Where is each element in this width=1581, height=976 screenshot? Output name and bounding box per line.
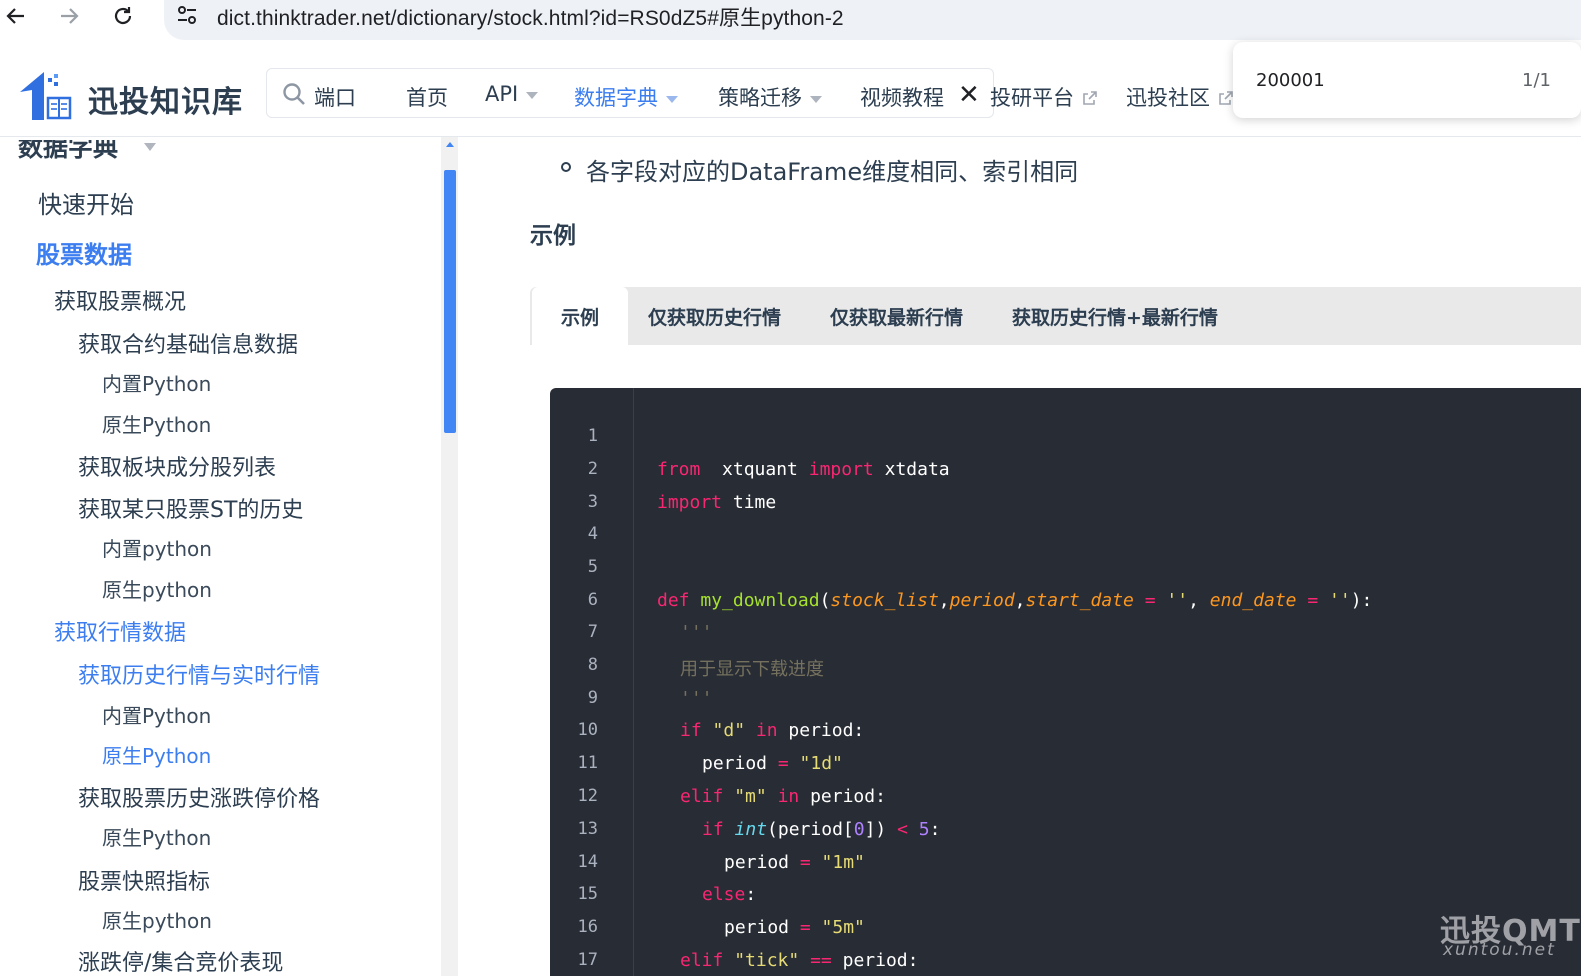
sidebar-item-stock-data[interactable]: 股票数据: [36, 235, 132, 270]
code-line: ''': [680, 688, 713, 709]
tab-history-only[interactable]: 仅获取历史行情: [648, 287, 781, 345]
sidebar-item-sector-list[interactable]: 获取板块成分股列表: [78, 450, 276, 482]
line-number: 13: [577, 819, 598, 839]
line-number: 11: [577, 753, 598, 773]
external-link-icon: [1082, 87, 1098, 111]
scroll-up-icon[interactable]: [446, 142, 454, 147]
sidebar-item-history-realtime[interactable]: 获取历史行情与实时行情: [78, 658, 320, 690]
line-number: 9: [587, 688, 598, 708]
nav-research-label: 投研平台: [990, 86, 1074, 110]
line-number: 5: [587, 557, 598, 577]
watermark-url: xuntou.net: [1443, 940, 1556, 960]
line-number: 4: [587, 524, 598, 544]
nav-api[interactable]: API: [485, 82, 539, 106]
nav-data-dictionary[interactable]: 数据字典: [574, 82, 678, 112]
line-number: 8: [587, 655, 598, 675]
nav-home[interactable]: 首页: [406, 82, 448, 112]
site-settings-icon[interactable]: [176, 3, 198, 29]
sidebar-item-native-python[interactable]: 原生python: [102, 905, 212, 934]
line-number: 3: [587, 492, 598, 512]
chevron-down-icon: [810, 95, 822, 103]
nav-video-label: 视频教程: [860, 86, 944, 110]
code-line: from xtquant import xtdata: [657, 459, 950, 480]
code-line: import time: [657, 492, 777, 513]
sidebar-item-snapshot[interactable]: 股票快照指标: [78, 864, 210, 896]
close-icon[interactable]: ✕: [958, 80, 980, 110]
line-number: 1: [587, 426, 598, 446]
code-line: ''': [680, 622, 713, 643]
code-line: period = "1m": [724, 852, 865, 873]
nav-data-dictionary-label: 数据字典: [574, 86, 658, 110]
url-text[interactable]: dict.thinktrader.net/dictionary/stock.ht…: [217, 2, 844, 32]
site-brand[interactable]: 迅投知识库: [88, 77, 243, 121]
sidebar-item-builtin-python[interactable]: 内置python: [102, 533, 212, 562]
code-line: if int(period[0]) < 5:: [702, 819, 941, 840]
sidebar-item-stock-overview[interactable]: 获取股票概况: [54, 284, 186, 316]
line-number: 10: [577, 720, 598, 740]
reload-icon[interactable]: [109, 2, 137, 30]
external-link-icon: [1218, 87, 1234, 111]
code-line: elif "tick" == period:: [680, 950, 919, 971]
find-match-count: 1/1: [1522, 70, 1551, 91]
sidebar-item-market-data[interactable]: 获取行情数据: [54, 615, 186, 647]
nav-strategy-migration[interactable]: 策略迁移: [718, 82, 822, 112]
scrollbar-thumb[interactable]: [444, 170, 456, 433]
find-input[interactable]: 200001: [1256, 70, 1325, 91]
nav-research-platform[interactable]: 投研平台: [990, 82, 1098, 112]
sidebar-item-native-python-active[interactable]: 原生Python: [102, 740, 211, 769]
line-number: 15: [577, 884, 598, 904]
search-query[interactable]: 端口: [314, 82, 356, 112]
line-number: 2: [587, 459, 598, 479]
section-heading: 示例: [530, 223, 576, 249]
nav-home-label: 首页: [406, 86, 448, 110]
nav-community[interactable]: 迅投社区: [1126, 82, 1234, 112]
sidebar-item-builtin-python[interactable]: 内置Python: [102, 368, 211, 397]
code-line: def my_download(stock_list,period,start_…: [657, 590, 1373, 611]
code-line: else:: [702, 884, 757, 905]
sidebar-item-builtin-python[interactable]: 内置Python: [102, 700, 211, 729]
nav-strategy-label: 策略迁移: [718, 86, 802, 110]
nav-video-tutorials[interactable]: 视频教程: [860, 82, 944, 112]
list-bullet: [561, 162, 571, 172]
line-number: 14: [577, 852, 598, 872]
line-number: 16: [577, 917, 598, 937]
code-line: elif "m" in period:: [680, 786, 886, 807]
browser-toolbar: dict.thinktrader.net/dictionary/stock.ht…: [0, 0, 1581, 48]
nav-api-label: API: [485, 82, 519, 106]
line-number: 17: [577, 950, 598, 970]
code-line: period = "5m": [724, 917, 865, 938]
sidebar-item-quickstart[interactable]: 快速开始: [38, 185, 134, 220]
tab-history-and-latest[interactable]: 获取历史行情+最新行情: [1012, 287, 1218, 345]
chevron-down-icon: [666, 95, 678, 103]
sidebar-item-native-python[interactable]: 原生python: [102, 574, 212, 603]
code-line: if "d" in period:: [680, 720, 865, 741]
logo-icon[interactable]: [18, 68, 74, 128]
search-icon: [282, 82, 306, 110]
code-line: period = "1d": [702, 753, 843, 774]
line-number: 12: [577, 786, 598, 806]
tab-latest-only[interactable]: 仅获取最新行情: [830, 287, 963, 345]
sidebar-item-native-python[interactable]: 原生Python: [102, 409, 211, 438]
line-number: 6: [587, 590, 598, 610]
sidebar-item-limit-price[interactable]: 获取股票历史涨跌停价格: [78, 781, 320, 813]
sidebar-item-limit-auction[interactable]: 涨跌停/集合竞价表现: [78, 945, 283, 976]
sidebar-item-contract-info[interactable]: 获取合约基础信息数据: [78, 327, 298, 359]
chevron-down-icon: [526, 91, 539, 99]
nav-community-label: 迅投社区: [1126, 86, 1210, 110]
back-icon[interactable]: [2, 2, 30, 30]
sidebar-item-native-python[interactable]: 原生Python: [102, 822, 211, 851]
list-item: 各字段对应的DataFrame维度相同、索引相同: [586, 158, 1079, 186]
code-line: 用于显示下载进度: [680, 659, 824, 680]
sidebar-item-st-history[interactable]: 获取某只股票ST的历史: [78, 492, 303, 524]
line-number: 7: [587, 622, 598, 642]
forward-icon[interactable]: [55, 2, 83, 30]
chevron-down-icon[interactable]: [144, 143, 156, 151]
tab-example[interactable]: 示例: [532, 287, 628, 345]
